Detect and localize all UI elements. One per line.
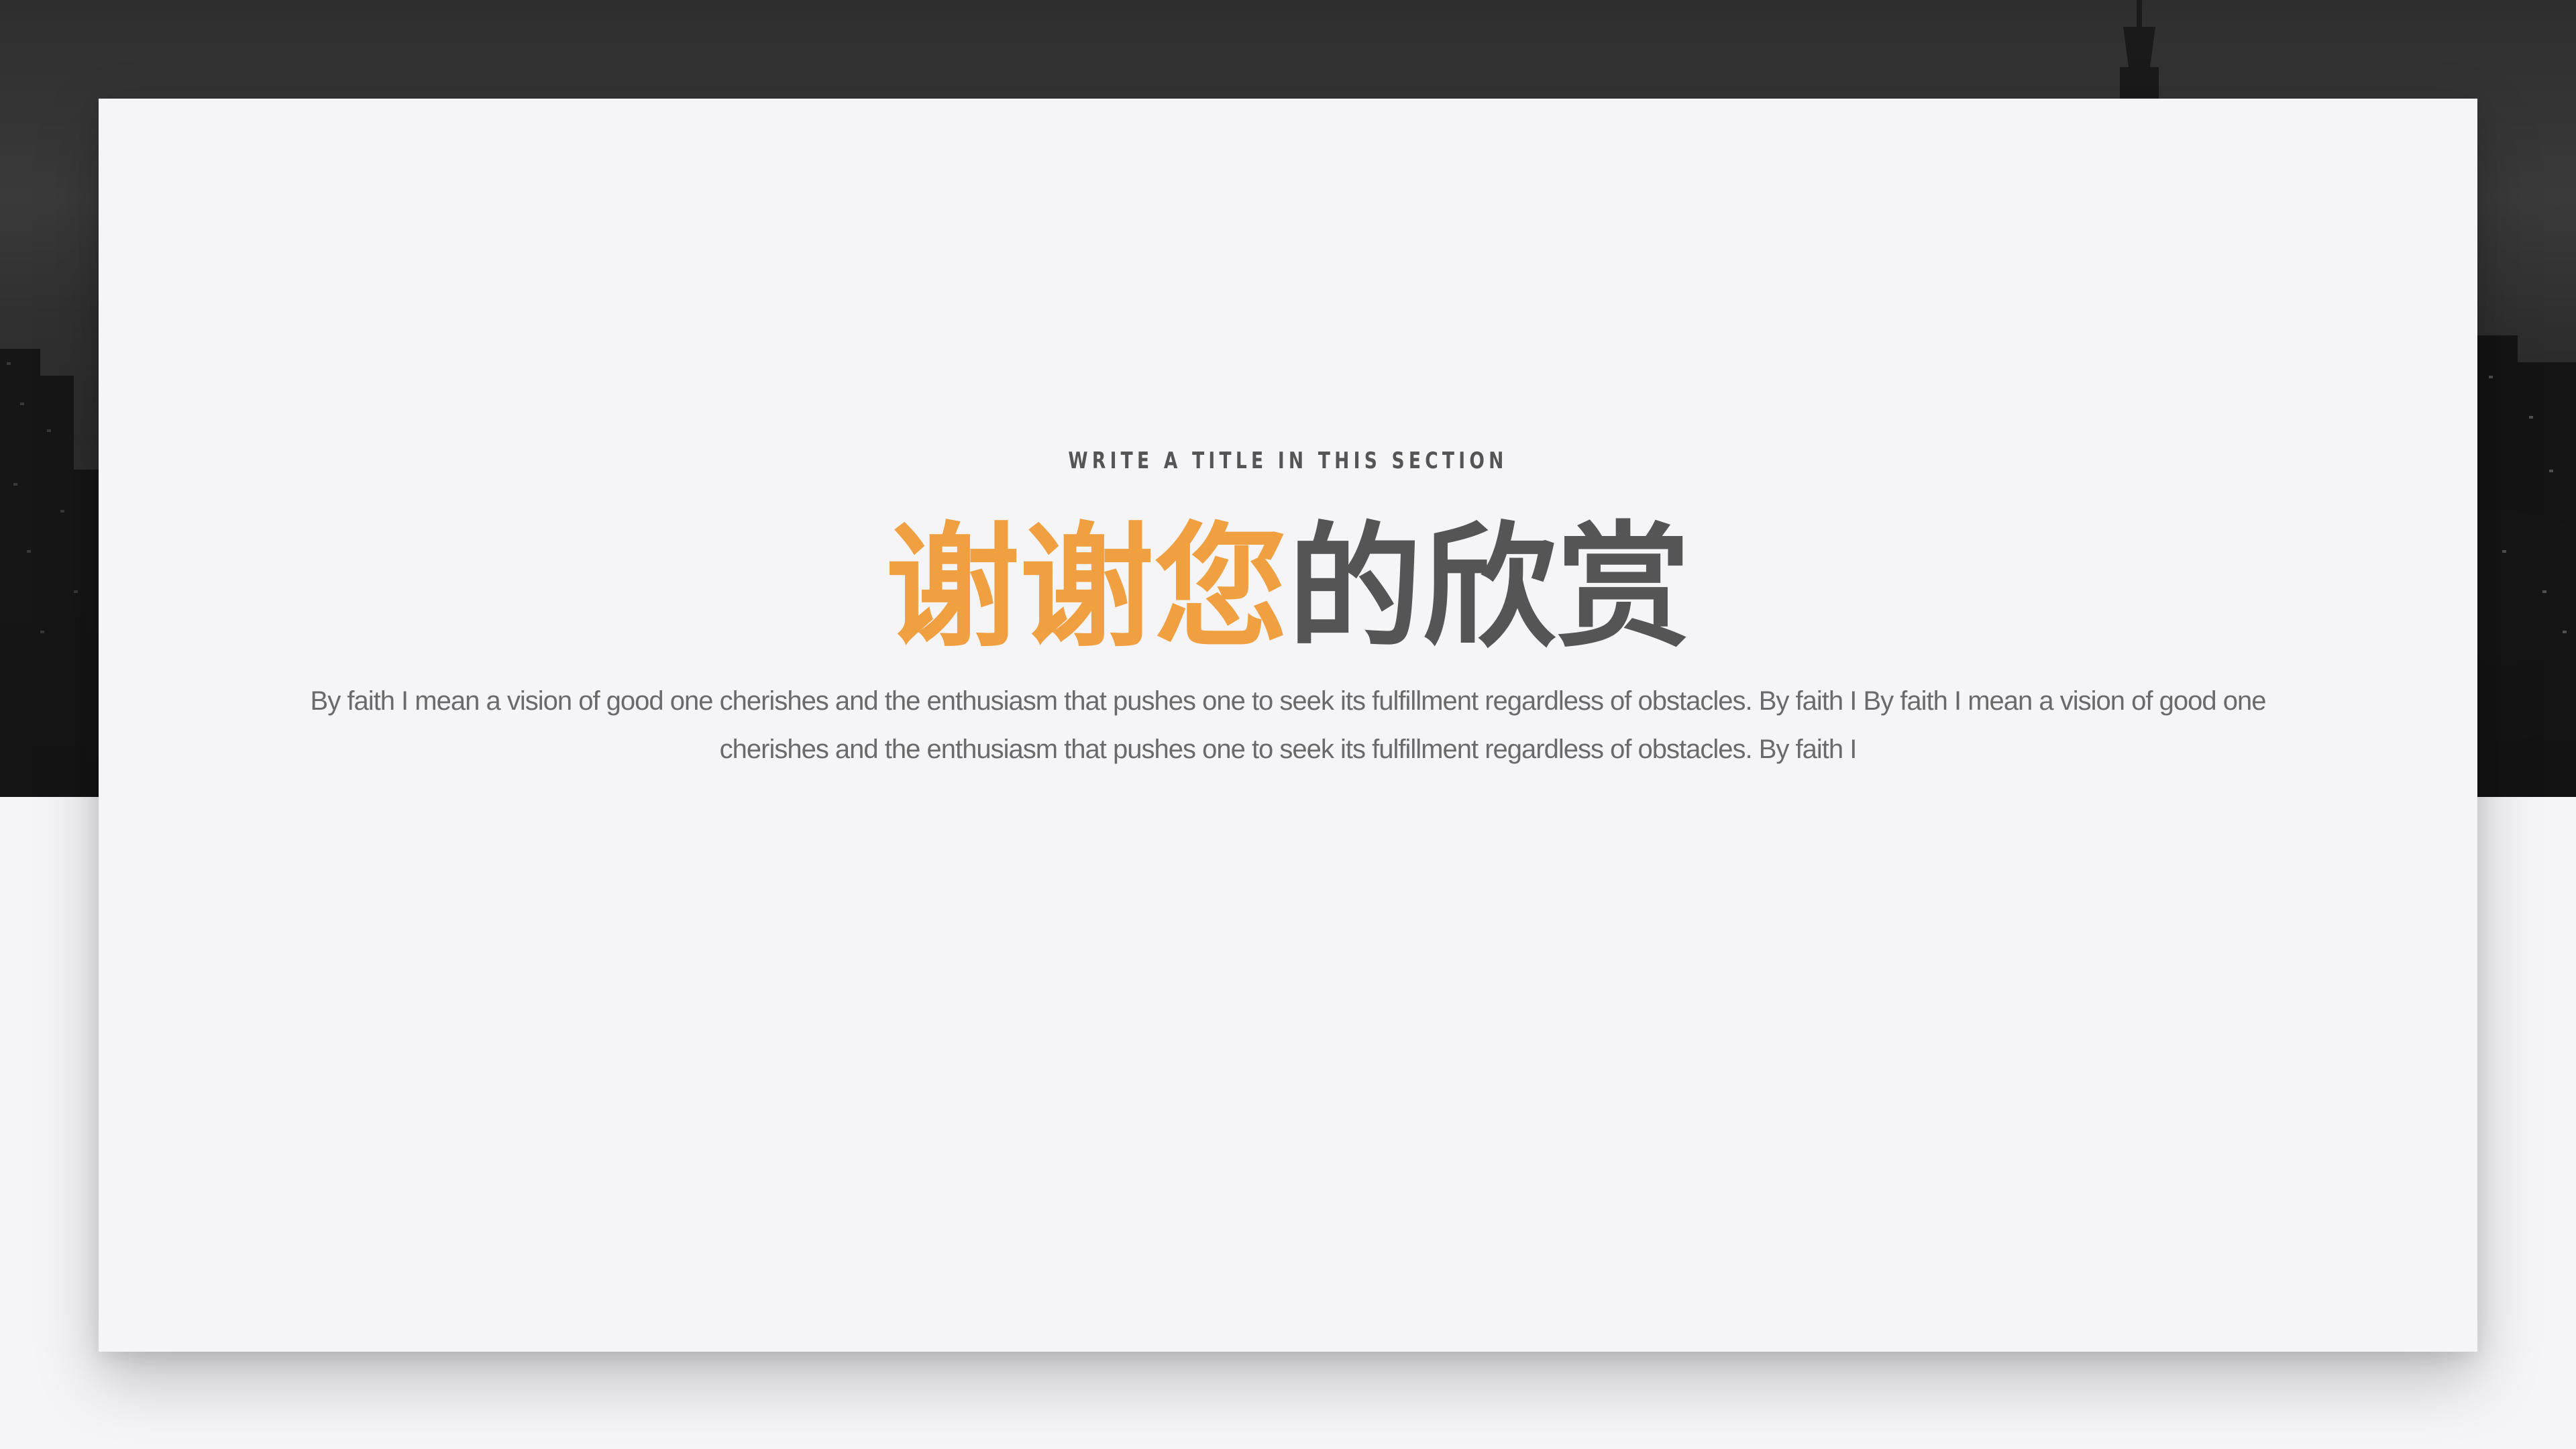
slide: WRITE A TITLE IN THIS SECTION 谢谢您的欣赏 By … [0, 0, 2576, 1449]
section-eyebrow-title: WRITE A TITLE IN THIS SECTION [1068, 447, 1508, 474]
headline: 谢谢您的欣赏 [99, 501, 2477, 676]
body-paragraph: By faith I mean a vision of good one che… [310, 686, 2267, 764]
headline-rest: 的欣赏 [1288, 510, 1691, 666]
content-card: WRITE A TITLE IN THIS SECTION 谢谢您的欣赏 By … [99, 99, 2477, 1352]
headline-accent: 谢谢您 [885, 510, 1288, 666]
